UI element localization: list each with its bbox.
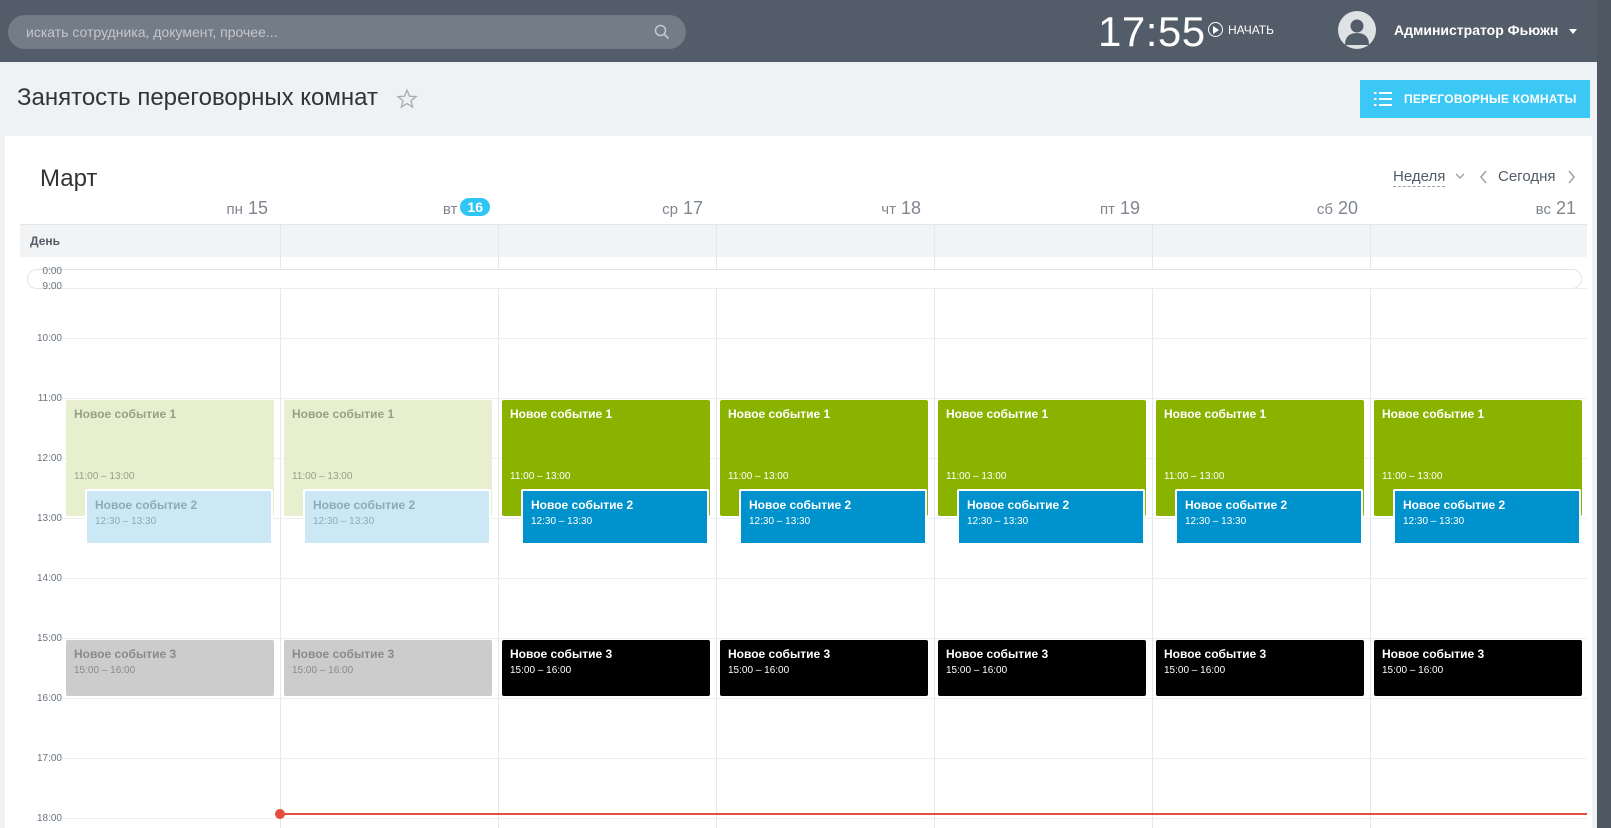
event-2[interactable]: Новое событие 2 12:30 – 13:30 [1175,489,1363,545]
hour-label: 10:00 [36,333,62,344]
meeting-rooms-label: ПЕРЕГОВОРНЫЕ КОМНАТЫ [1404,92,1577,106]
star-icon[interactable] [396,88,418,110]
day-header[interactable]: чт 18 [731,198,921,219]
hour-label: 12:00 [36,453,62,464]
hour-label: 17:00 [36,753,62,764]
day-column-divider [716,225,717,828]
collapsed-hours-bar[interactable] [27,269,1582,289]
hour-label: 15:00 [36,633,62,644]
hour-label: 14:00 [36,573,62,584]
today-badge: 16 [460,198,490,216]
user-menu-caret-icon[interactable] [1569,29,1577,34]
user-icon [1345,19,1369,45]
day-header[interactable]: пт 19 [950,198,1140,219]
event-3[interactable]: Новое событие 3 15:00 – 16:00 [720,640,928,696]
hour-label: 13:00 [36,513,62,524]
day-header[interactable]: вс 21 [1386,198,1576,219]
chevron-down-icon[interactable] [1455,172,1465,180]
day-column-divider [498,225,499,828]
current-time-line [280,813,1587,815]
day-column-divider [934,225,935,828]
hour-label: 18:00 [36,813,62,824]
day-header[interactable]: ср 17 [513,198,703,219]
hour-line [62,398,1587,399]
search-icon[interactable] [654,24,670,40]
event-2[interactable]: Новое событие 2 12:30 – 13:30 [739,489,927,545]
day-column-divider [1152,225,1153,828]
view-selector[interactable]: Неделя [1393,168,1446,187]
hour-label: 9:00 [42,281,62,292]
start-workday-button[interactable]: НАЧАТЬ [1208,22,1274,37]
page-title: Занятость переговорных комнат [17,84,378,111]
hour-line [62,288,1587,289]
hour-line [62,338,1587,339]
hour-label: 0:00 [42,266,62,277]
search-input[interactable] [8,15,686,49]
meeting-rooms-button[interactable]: ПЕРЕГОВОРНЫЕ КОМНАТЫ [1360,80,1590,118]
event-2[interactable]: Новое событие 2 12:30 – 13:30 [521,489,709,545]
hour-line [62,818,1587,819]
play-icon [1208,22,1223,37]
search-box[interactable] [8,15,686,49]
today-button[interactable]: Сегодня [1498,168,1556,185]
hour-line [62,758,1587,759]
right-panel-strip [1597,0,1611,828]
event-2[interactable]: Новое событие 2 12:30 – 13:30 [303,489,491,545]
start-label: НАЧАТЬ [1228,22,1275,37]
hour-label: 16:00 [36,693,62,704]
chevron-right-icon[interactable] [1566,170,1576,184]
clock: 17:55 [1098,8,1206,55]
day-column-divider [1370,225,1371,828]
hour-label: 11:00 [37,393,62,404]
current-time-dot [275,809,285,819]
event-3[interactable]: Новое событие 3 15:00 – 16:00 [502,640,710,696]
avatar[interactable] [1338,11,1376,49]
hour-line [62,578,1587,579]
day-column-divider [280,225,281,828]
hour-line [62,638,1587,639]
event-2[interactable]: Новое событие 2 12:30 – 13:30 [957,489,1145,545]
event-2[interactable]: Новое событие 2 12:30 – 13:30 [1393,489,1581,545]
event-3[interactable]: Новое событие 3 15:00 – 16:00 [284,640,492,696]
list-icon [1374,92,1392,106]
event-3[interactable]: Новое событие 3 15:00 – 16:00 [1156,640,1364,696]
day-header[interactable]: сб 20 [1168,198,1358,219]
day-header[interactable]: пн 15 [78,198,268,219]
day-header-today[interactable]: вт 16 [300,198,490,219]
month-title: Март [40,165,98,192]
hour-line [62,698,1587,699]
event-3[interactable]: Новое событие 3 15:00 – 16:00 [66,640,274,696]
user-name[interactable]: Администратор Фьюжн [1394,22,1558,38]
all-day-row[interactable] [20,225,1587,257]
event-3[interactable]: Новое событие 3 15:00 – 16:00 [938,640,1146,696]
chevron-left-icon[interactable] [1479,170,1489,184]
all-day-label: День [30,234,60,248]
top-bar: 17:55 НАЧАТЬ Администратор Фьюжн [0,0,1611,62]
event-3[interactable]: Новое событие 3 15:00 – 16:00 [1374,640,1582,696]
event-2[interactable]: Новое событие 2 12:30 – 13:30 [85,489,273,545]
